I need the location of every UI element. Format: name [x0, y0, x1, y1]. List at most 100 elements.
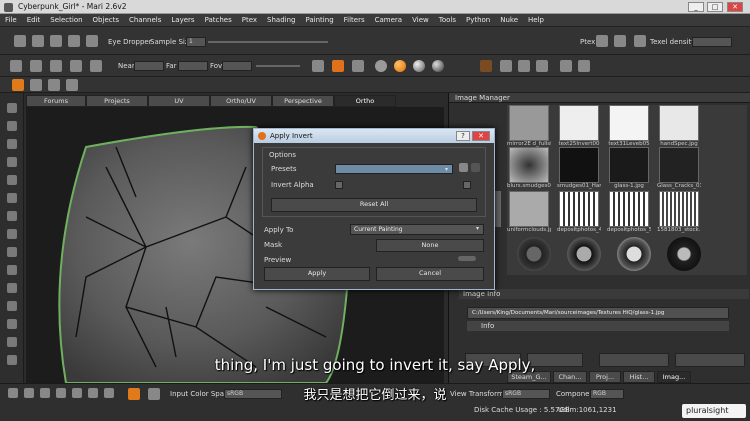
image-thumb[interactable]: 1581803_stock.p [657, 191, 701, 237]
image-thumb[interactable]: Glass_Cracks_01 [657, 147, 701, 193]
texel-icon[interactable] [634, 35, 646, 47]
eye-dropper-label[interactable]: Eye Dropper [108, 38, 152, 46]
presets-dropdown[interactable] [335, 164, 453, 174]
maximize-button[interactable]: □ [707, 2, 723, 12]
menu-file[interactable]: File [0, 14, 22, 27]
far-field[interactable] [178, 61, 208, 71]
grid-icon[interactable] [614, 35, 626, 47]
camera-icon[interactable] [10, 60, 22, 72]
mask-button[interactable]: None [376, 239, 484, 252]
flat-shader-ball-icon[interactable] [375, 60, 387, 72]
tab-perspective[interactable]: Perspective [272, 95, 334, 107]
shader-icon[interactable] [352, 60, 364, 72]
menu-ptex[interactable]: Ptex [237, 14, 262, 27]
menu-camera[interactable]: Camera [370, 14, 407, 27]
tab-uv[interactable]: UV [148, 95, 210, 107]
invert-alpha-checkbox[interactable] [335, 181, 343, 189]
pin-tool-icon[interactable] [7, 265, 17, 275]
move-tool-icon[interactable] [7, 175, 17, 185]
box-icon[interactable] [90, 60, 102, 72]
light-icon[interactable] [312, 60, 324, 72]
info-label[interactable]: Info [481, 322, 494, 330]
current-shader-ball-icon[interactable] [394, 60, 406, 72]
tab-forums[interactable]: Forums [26, 95, 86, 107]
menu-view[interactable]: View [407, 14, 434, 27]
image-thumb[interactable] [667, 237, 701, 271]
menu-shading[interactable]: Shading [262, 14, 300, 27]
save-preset-icon[interactable] [459, 163, 468, 172]
fov-field[interactable] [222, 61, 252, 71]
new-icon[interactable] [14, 35, 26, 47]
anchor-icon[interactable] [480, 60, 492, 72]
menu-patches[interactable]: Patches [200, 14, 237, 27]
scatter-icon[interactable] [578, 60, 590, 72]
apply-to-dropdown[interactable]: Current Painting [350, 224, 484, 235]
menu-painting[interactable]: Painting [300, 14, 338, 27]
menu-python[interactable]: Python [461, 14, 495, 27]
menu-tools[interactable]: Tools [434, 14, 461, 27]
export-icon[interactable] [86, 35, 98, 47]
blur-tool-icon[interactable] [7, 319, 17, 329]
full-shader-ball-icon[interactable] [432, 60, 444, 72]
save-icon[interactable] [50, 35, 62, 47]
menu-channels[interactable]: Channels [124, 14, 166, 27]
menu-help[interactable]: Help [523, 14, 549, 27]
flat-icon[interactable] [70, 60, 82, 72]
paint-layer-icon[interactable] [30, 79, 42, 91]
dialog-close-button[interactable]: ✕ [472, 131, 490, 141]
drop-tool-icon[interactable] [7, 211, 17, 221]
zoom-tool-icon[interactable] [7, 157, 17, 167]
image-thumb[interactable]: text25Invert00 [557, 105, 601, 151]
tab-ortho[interactable]: Ortho [334, 95, 396, 107]
texel-density-field[interactable] [692, 37, 732, 47]
image-thumb[interactable] [567, 237, 601, 271]
close-button[interactable]: ✕ [727, 2, 743, 12]
invert-alpha-toggle[interactable] [463, 181, 471, 189]
image-thumb[interactable]: handSpec.jpg [657, 105, 701, 151]
lit-shader-ball-icon[interactable] [413, 60, 425, 72]
menu-edit[interactable]: Edit [22, 14, 46, 27]
image-thumb[interactable] [517, 237, 551, 271]
image-thumb[interactable]: depositphotos_4 [557, 191, 601, 237]
close-project-icon[interactable] [32, 35, 44, 47]
menu-selection[interactable]: Selection [45, 14, 87, 27]
image-thumb[interactable]: depositphotos_5 [607, 191, 651, 237]
tab-ortho-uv[interactable]: Ortho/UV [210, 95, 272, 107]
reset-all-button[interactable]: Reset All [271, 198, 477, 212]
preview-toggle[interactable] [458, 256, 476, 261]
paint-through-icon[interactable] [332, 60, 344, 72]
menu-filters[interactable]: Filters [339, 14, 370, 27]
smear-tool-icon[interactable] [7, 283, 17, 293]
eyedrop-tool-icon[interactable] [7, 193, 17, 203]
image-thumb[interactable] [617, 237, 651, 271]
eraser-tool-icon[interactable] [7, 337, 17, 347]
flip-icon[interactable] [536, 60, 548, 72]
image-thumb[interactable]: mirror2E d_fullsfull29083 [507, 105, 551, 151]
align-v-icon[interactable] [500, 60, 512, 72]
image-thumb[interactable]: text31Leveb05 [607, 105, 651, 151]
paint-mode-icon[interactable] [12, 79, 24, 91]
cube-icon[interactable] [30, 60, 42, 72]
help-button[interactable]: ? [456, 131, 470, 141]
align-h-icon[interactable] [518, 60, 530, 72]
pan-tool-icon[interactable] [7, 139, 17, 149]
mask-layer-icon[interactable] [48, 79, 60, 91]
tab-projects[interactable]: Projects [86, 95, 148, 107]
delete-preset-icon[interactable] [471, 163, 480, 172]
fov-slider[interactable] [256, 65, 300, 67]
image-path-field[interactable]: C:/Users/King/Documents/Mari/sourceimage… [467, 307, 729, 319]
menu-objects[interactable]: Objects [88, 14, 124, 27]
apply-button[interactable]: Apply [264, 267, 370, 281]
image-thumb[interactable]: uniformclouds.jpg [507, 191, 551, 237]
image-thumb[interactable]: blurs.smudges01.jpg [507, 147, 551, 193]
menu-nuke[interactable]: Nuke [495, 14, 523, 27]
stamp-tool-icon[interactable] [7, 301, 17, 311]
minimize-button[interactable]: _ [688, 2, 704, 12]
cancel-button[interactable]: Cancel [376, 267, 484, 281]
sample-size-slider[interactable] [208, 41, 328, 43]
image-thumb[interactable]: glass-1.jpg [607, 147, 651, 193]
ptex-icon[interactable] [596, 35, 608, 47]
near-field[interactable] [134, 61, 164, 71]
image-thumb[interactable]: smudges01_Hard [557, 147, 601, 193]
clone-icon[interactable] [66, 79, 78, 91]
